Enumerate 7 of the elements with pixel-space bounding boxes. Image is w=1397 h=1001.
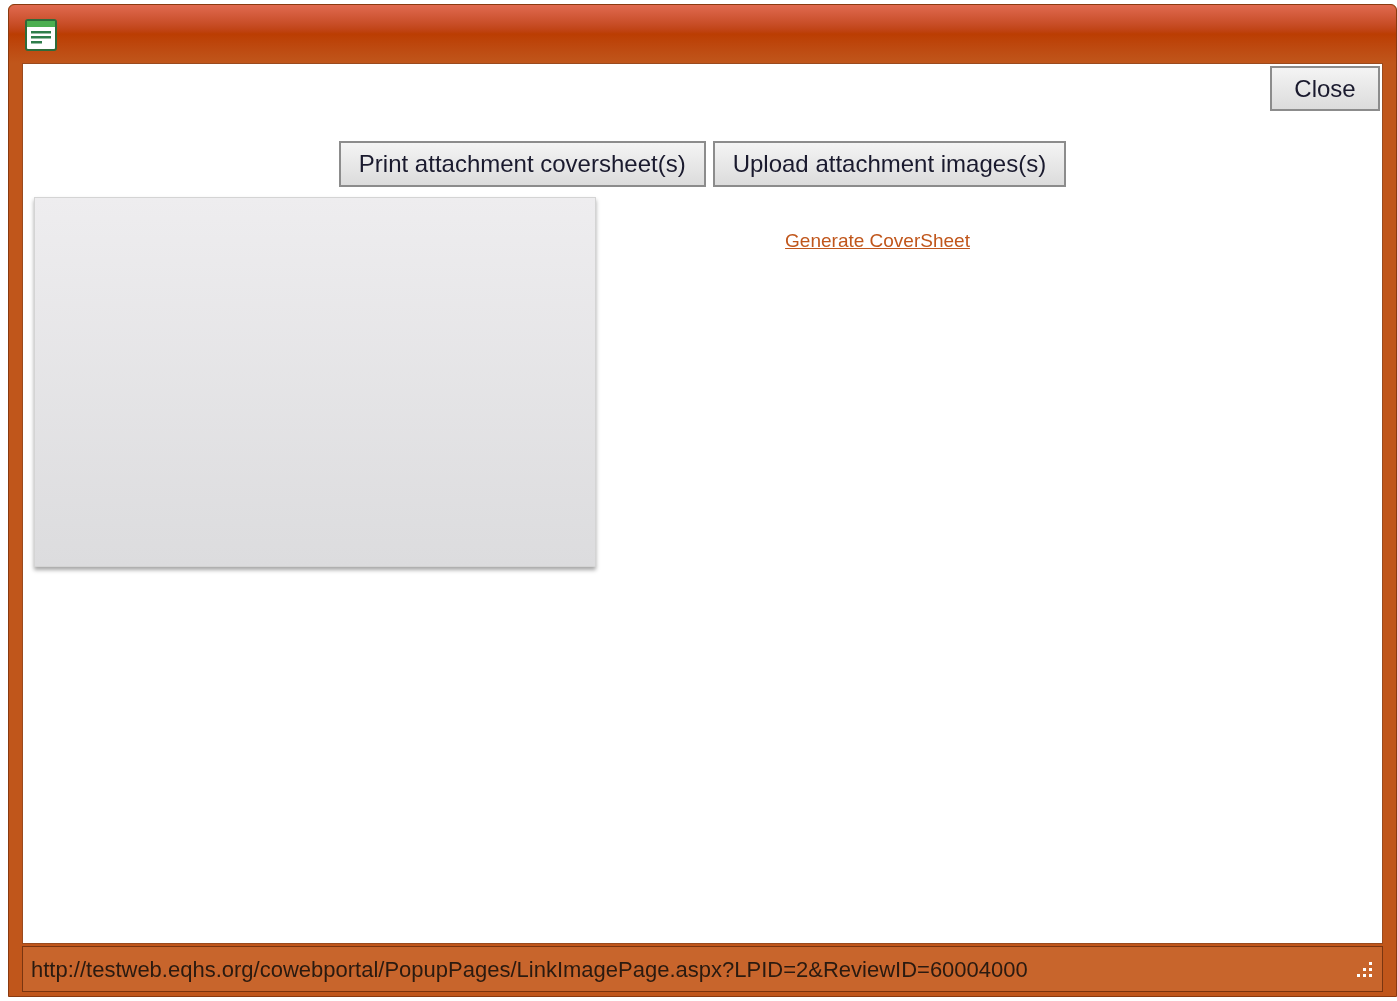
status-url: http://testweb.eqhs.org/cowebportal/PopupPages/LinkImagePage.aspx?LPID=2&ReviewID=60004000	[31, 955, 1028, 984]
resize-grip-icon[interactable]	[1354, 959, 1374, 979]
window-icon	[25, 19, 57, 51]
generate-coversheet-link[interactable]: Generate CoverSheet	[785, 227, 970, 256]
close-button[interactable]: Close	[1270, 66, 1380, 111]
action-button[interactable]: Print attachment coversheet(s)	[338, 141, 706, 187]
action-button[interactable]: Upload attachment images(s)	[712, 141, 1067, 187]
